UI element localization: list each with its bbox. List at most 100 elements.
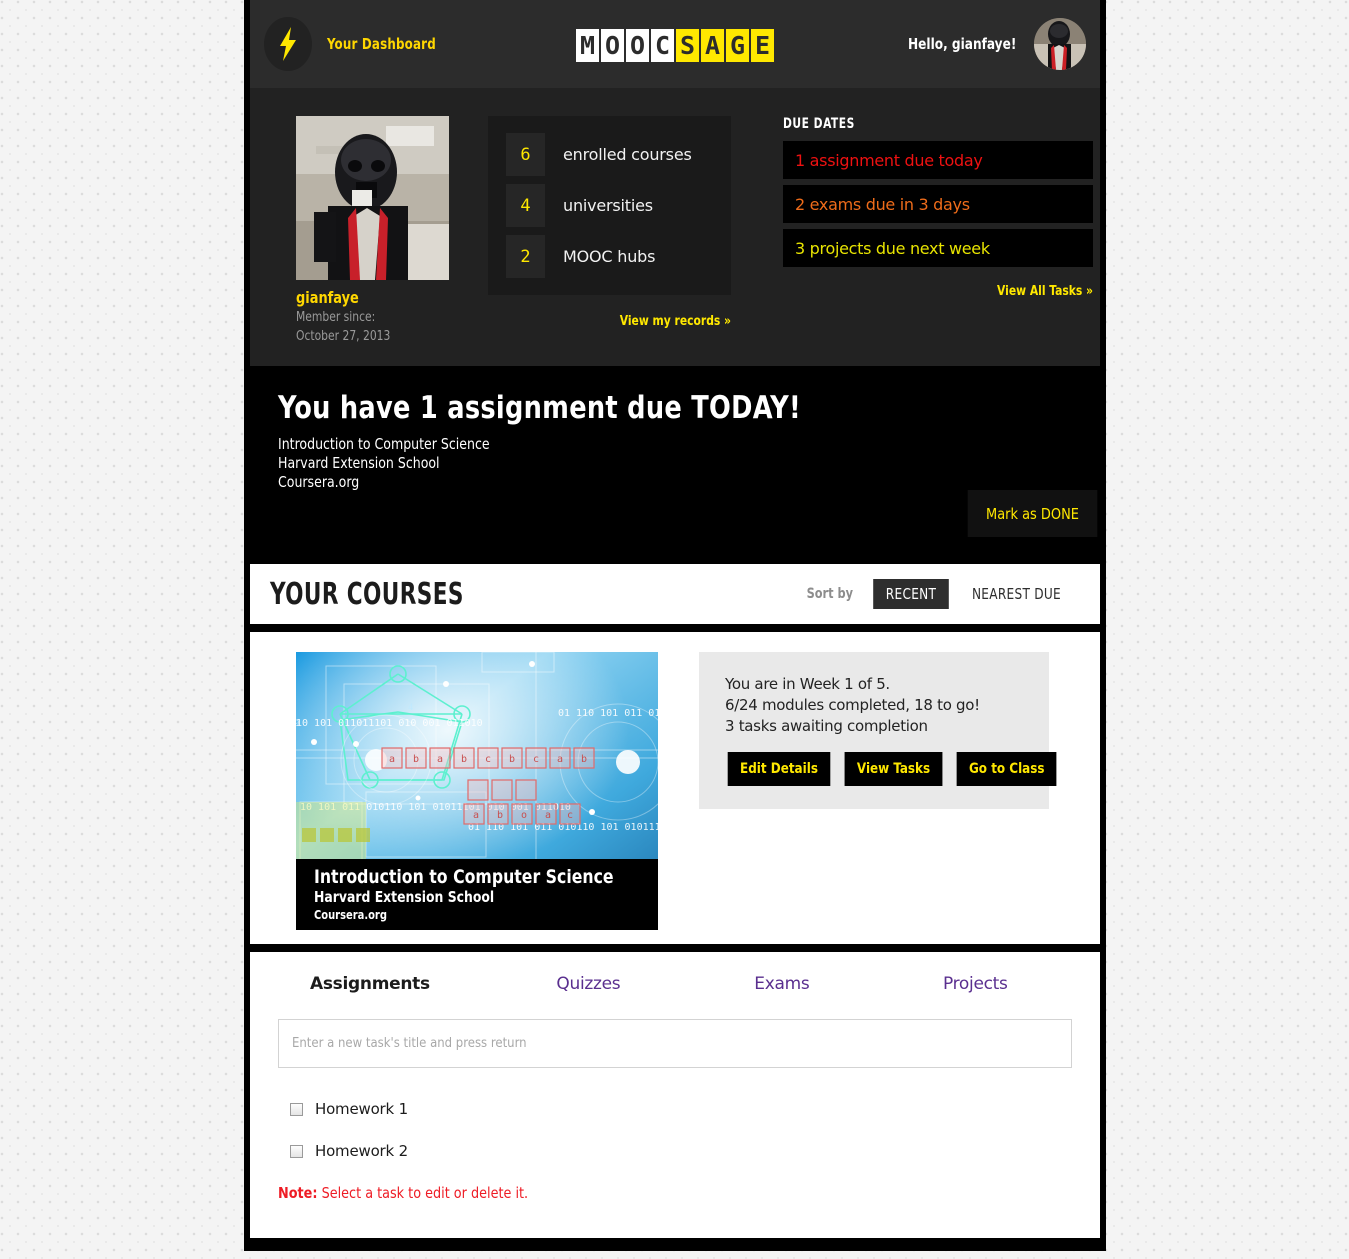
tab-projects[interactable]: Projects [879, 974, 1072, 994]
alert-course-name: Introduction to Computer Science [278, 434, 490, 453]
due-date-text: 3 projects due next week [795, 238, 990, 258]
edit-details-button[interactable]: Edit Details [727, 752, 831, 786]
stat-label: universities [563, 196, 653, 215]
your-courses-header: YOUR COURSES Sort by RECENT NEAREST DUE [250, 564, 1100, 632]
sort-option-recent[interactable]: RECENT [873, 579, 949, 609]
course-modules-line: 6/24 modules completed, 18 to go! [725, 696, 980, 714]
stat-row-enrolled-courses: 6 enrolled courses [506, 133, 731, 176]
due-dates-column: DUE DATES 1 assignment due today 2 exams… [783, 116, 1093, 366]
brand-letter: C [651, 29, 674, 62]
page-inner: Your Dashboard M O O C S A G E Hello, gi… [250, 0, 1100, 1242]
task-list: Homework 1 Homework 2 [278, 1100, 1072, 1160]
stat-label: MOOC hubs [563, 247, 656, 266]
stat-label: enrolled courses [563, 145, 692, 164]
alert-provider-name: Coursera.org [278, 472, 360, 491]
profile-avatar-image [296, 116, 449, 280]
tasks-note-text: Select a task to edit or delete it. [317, 1184, 529, 1202]
sort-by-label: Sort by [807, 586, 854, 602]
go-to-class-button[interactable]: Go to Class [956, 752, 1057, 786]
tab-exams[interactable]: Exams [685, 974, 878, 994]
user-greeting-area: Hello, gianfaye! [902, 18, 1092, 70]
course-action-buttons: Edit Details View Tasks Go to Class [725, 752, 1057, 786]
alert-school-name: Harvard Extension School [278, 453, 440, 472]
alert-headline: You have 1 assignment due TODAY! [278, 390, 801, 426]
svg-text:c: c [567, 810, 573, 821]
course-provider: Coursera.org [314, 908, 387, 922]
sort-option-nearest-due[interactable]: NEAREST DUE [959, 579, 1073, 609]
course-title: Introduction to Computer Science [314, 866, 614, 888]
greeting-text: Hello, gianfaye! [907, 35, 1016, 53]
view-my-records-link[interactable]: View my records » [507, 314, 731, 329]
due-date-item-assignment[interactable]: 1 assignment due today [783, 141, 1093, 179]
due-date-text: 2 exams due in 3 days [795, 194, 970, 214]
svg-text:c: c [485, 754, 491, 765]
brand-letter: S [676, 29, 699, 62]
svg-text:10 101 011011101 010 001 011: 10 101 011011101 010 001 011010 [296, 718, 483, 729]
lightning-bolt-logo[interactable] [264, 17, 312, 71]
top-navigation-bar: Your Dashboard M O O C S A G E Hello, gi… [250, 0, 1100, 88]
member-since-date: October 27, 2013 [296, 329, 391, 344]
stat-count: 2 [506, 235, 545, 278]
task-checkbox[interactable] [290, 1144, 303, 1158]
stats-column: 6 enrolled courses 4 universities 2 MOOC… [488, 116, 753, 366]
view-tasks-button[interactable]: View Tasks [844, 752, 943, 786]
svg-text:b: b [413, 754, 419, 765]
page-title: YOUR COURSES [270, 576, 464, 612]
brand-letter: O [626, 29, 649, 62]
tab-assignments[interactable]: Assignments [278, 974, 492, 994]
due-date-item-exams[interactable]: 2 exams due in 3 days [783, 185, 1093, 223]
avatar-image [1034, 18, 1086, 70]
svg-text:a: a [473, 810, 479, 821]
task-label: Homework 1 [315, 1100, 408, 1118]
course-progress-panel: You are in Week 1 of 5. 6/24 modules com… [699, 652, 1057, 809]
due-date-item-projects[interactable]: 3 projects due next week [783, 229, 1093, 267]
profile-column: gianfaye Member since: October 27, 2013 [250, 116, 450, 366]
task-checkbox[interactable] [290, 1102, 303, 1116]
task-list-item[interactable]: Homework 1 [290, 1100, 1072, 1118]
task-type-tabs: Assignments Quizzes Exams Projects [278, 966, 1072, 994]
due-date-text: 1 assignment due today [795, 150, 983, 170]
svg-text:a: a [389, 754, 395, 765]
tab-quizzes[interactable]: Quizzes [492, 974, 685, 994]
stat-count: 6 [506, 133, 545, 176]
course-thumbnail-caption: Introduction to Computer Science Harvard… [296, 859, 658, 930]
svg-text:a: a [437, 754, 443, 765]
due-dates-heading: DUE DATES [783, 116, 855, 132]
member-since-label: Member since: [296, 310, 376, 325]
profile-avatar [296, 116, 449, 280]
course-thumbnail[interactable]: 9 4 10 101 011011101 010 001 011010 01 1… [296, 652, 658, 930]
tasks-section: Assignments Quizzes Exams Projects Homew… [250, 952, 1100, 1238]
course-card-section: 9 4 10 101 011011101 010 001 011010 01 1… [250, 632, 1100, 952]
course-week-line: You are in Week 1 of 5. [725, 675, 890, 693]
stat-row-mooc-hubs: 2 MOOC hubs [506, 235, 731, 278]
assignment-due-alert: You have 1 assignment due TODAY! Introdu… [250, 366, 1100, 564]
lightning-bolt-icon [280, 27, 296, 61]
tasks-note-prefix: Note: [278, 1184, 318, 1202]
task-label: Homework 2 [315, 1142, 408, 1160]
stat-count: 4 [506, 184, 545, 227]
tasks-note: Note: Select a task to edit or delete it… [278, 1184, 1032, 1202]
avatar[interactable] [1034, 18, 1086, 70]
sort-controls: Sort by RECENT NEAREST DUE [804, 579, 1092, 609]
course-tasks-line: 3 tasks awaiting completion [725, 717, 928, 735]
profile-summary-panel: gianfaye Member since: October 27, 2013 … [250, 88, 1100, 366]
new-task-input[interactable] [278, 1019, 1072, 1068]
your-dashboard-link[interactable]: Your Dashboard [327, 35, 436, 53]
view-all-tasks-link[interactable]: View All Tasks » [808, 284, 1093, 299]
svg-text:b: b [581, 754, 587, 765]
svg-text:b: b [497, 810, 503, 821]
brand-letter: A [701, 29, 724, 62]
mark-as-done-button[interactable]: Mark as DONE [967, 490, 1098, 537]
svg-text:c: c [533, 754, 539, 765]
brand-letter: M [576, 29, 599, 62]
moocsage-logo[interactable]: M O O C S A G E [576, 29, 774, 62]
stats-box: 6 enrolled courses 4 universities 2 MOOC… [488, 116, 731, 295]
svg-text:b: b [509, 754, 515, 765]
svg-text:4: 4 [408, 703, 413, 713]
course-school: Harvard Extension School [314, 888, 495, 906]
app-page: Your Dashboard M O O C S A G E Hello, gi… [244, 0, 1106, 1251]
svg-text:a: a [557, 754, 563, 765]
svg-text:b: b [461, 754, 467, 765]
profile-username: gianfaye [296, 288, 359, 307]
task-list-item[interactable]: Homework 2 [290, 1142, 1072, 1160]
